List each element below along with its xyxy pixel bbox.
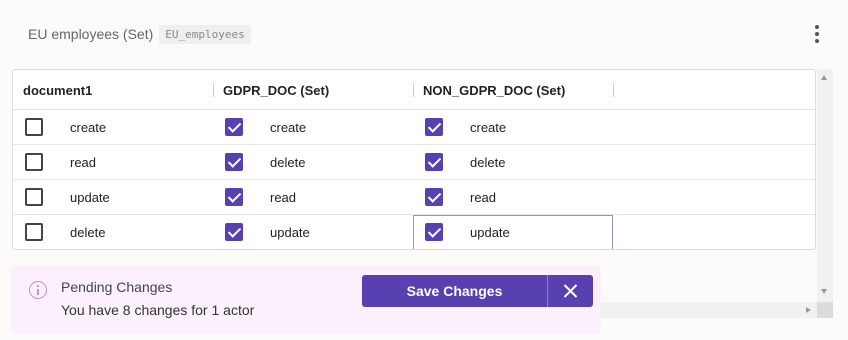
permission-label: read: [270, 190, 297, 205]
resource-title: EU employees (Set): [28, 26, 154, 42]
checkbox-checked-icon[interactable]: [425, 153, 443, 171]
resource-header: EU employees (Set) EU_employees: [28, 24, 251, 44]
column-header-gdpr-doc[interactable]: GDPR_DOC (Set): [223, 70, 329, 110]
permission-label: read: [470, 190, 497, 205]
checkbox-unchecked-icon[interactable]: [25, 223, 43, 241]
checkbox-checked-icon[interactable]: [225, 153, 243, 171]
table-row: read delete delete: [13, 145, 815, 180]
permission-label: delete: [270, 155, 306, 170]
checkbox-unchecked-icon[interactable]: [25, 118, 43, 136]
checkbox-unchecked-icon[interactable]: [25, 153, 43, 171]
column-divider[interactable]: [213, 83, 214, 97]
permission-label: create: [470, 120, 507, 135]
scroll-up-icon[interactable]: [821, 75, 827, 80]
vertical-scrollbar[interactable]: [817, 69, 833, 302]
scroll-right-icon[interactable]: [806, 307, 811, 313]
resource-code-tag: EU_employees: [159, 24, 251, 44]
checkbox-checked-icon[interactable]: [425, 118, 443, 136]
grid-header: document1 GDPR_DOC (Set) NON_GDPR_DOC (S…: [13, 70, 815, 110]
permission-label: create: [270, 120, 307, 135]
save-changes-button[interactable]: Save Changes: [362, 275, 548, 307]
more-vertical-icon[interactable]: [812, 24, 822, 44]
permission-label: delete: [70, 225, 106, 240]
permissions-grid: document1 GDPR_DOC (Set) NON_GDPR_DOC (S…: [12, 69, 816, 250]
permission-label: create: [70, 120, 107, 135]
column-header-non-gdpr-doc[interactable]: NON_GDPR_DOC (Set): [423, 70, 565, 110]
save-button-group: Save Changes: [362, 275, 593, 307]
scroll-down-icon[interactable]: [821, 289, 827, 294]
checkbox-checked-icon[interactable]: [225, 223, 243, 241]
column-divider[interactable]: [613, 83, 614, 97]
checkbox-unchecked-icon[interactable]: [25, 188, 43, 206]
scrollbar-corner: [817, 302, 833, 318]
table-row: delete update update: [13, 215, 815, 249]
permission-label: update: [70, 190, 110, 205]
table-row: update read read: [13, 180, 815, 215]
table-row: create create create: [13, 110, 815, 145]
permission-label: update: [470, 225, 510, 240]
permission-label: update: [270, 225, 310, 240]
permission-label: read: [70, 155, 97, 170]
pending-changes-message: You have 8 changes for 1 actor: [61, 302, 255, 318]
checkbox-checked-icon[interactable]: [425, 188, 443, 206]
focused-cell[interactable]: [413, 215, 613, 249]
pending-changes-title: Pending Changes: [61, 279, 173, 295]
checkbox-checked-icon[interactable]: [425, 223, 443, 241]
column-divider[interactable]: [413, 83, 414, 97]
column-header-document1[interactable]: document1: [23, 70, 92, 110]
close-icon[interactable]: [548, 275, 593, 307]
checkbox-checked-icon[interactable]: [225, 188, 243, 206]
checkbox-checked-icon[interactable]: [225, 118, 243, 136]
permission-label: delete: [470, 155, 506, 170]
info-icon: [29, 281, 47, 299]
